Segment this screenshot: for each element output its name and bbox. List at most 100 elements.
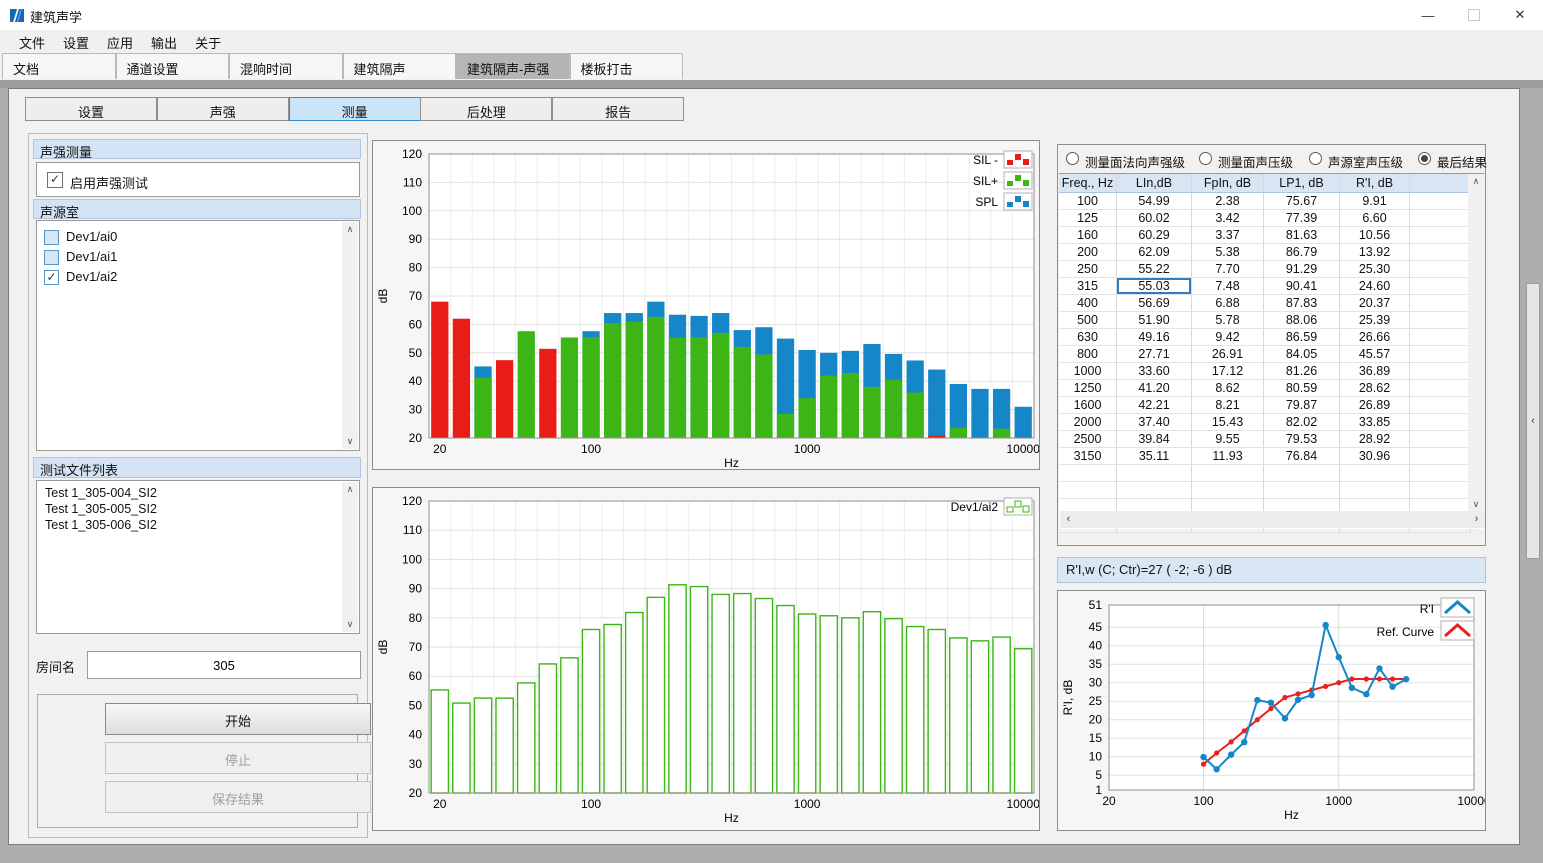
table-cell[interactable] xyxy=(1410,210,1471,227)
radio-label[interactable]: 最后结果 xyxy=(1437,152,1487,171)
table-cell[interactable]: 41.20 xyxy=(1117,380,1192,397)
close-button[interactable]: ✕ xyxy=(1497,0,1543,30)
table-cell[interactable] xyxy=(1410,414,1471,431)
file-list-item[interactable]: Test 1_305-004_SI2 xyxy=(37,485,359,501)
table-cell[interactable]: 28.92 xyxy=(1340,431,1410,448)
subtab-item[interactable]: 声强 xyxy=(157,97,289,121)
table-cell[interactable]: 26.91 xyxy=(1192,346,1264,363)
device-checkbox[interactable] xyxy=(44,250,59,265)
enable-intensity-checkbox[interactable]: ✓ xyxy=(47,172,63,188)
table-cell[interactable] xyxy=(1410,278,1471,295)
table-cell[interactable] xyxy=(1410,312,1471,329)
scroll-left-icon[interactable]: ‹ xyxy=(1060,511,1077,528)
stop-button[interactable]: 停止 xyxy=(105,742,371,774)
table-cell[interactable]: 9.91 xyxy=(1340,193,1410,210)
table-cell[interactable]: 630 xyxy=(1059,329,1117,346)
table-cell[interactable]: 800 xyxy=(1059,346,1117,363)
subtab-item[interactable]: 设置 xyxy=(25,97,157,121)
radio-label[interactable]: 测量面法向声强级 xyxy=(1085,152,1185,171)
table-cell[interactable] xyxy=(1410,193,1471,210)
table-cell[interactable]: 81.26 xyxy=(1264,363,1340,380)
radio-label[interactable]: 声源室声压级 xyxy=(1328,152,1403,171)
table-cell[interactable] xyxy=(1410,227,1471,244)
table-cell[interactable]: 75.67 xyxy=(1264,193,1340,210)
table-cell[interactable] xyxy=(1410,448,1471,465)
table-cell[interactable]: 15.43 xyxy=(1192,414,1264,431)
subtab-item[interactable]: 报告 xyxy=(552,97,684,121)
table-hscrollbar[interactable]: ‹ › xyxy=(1060,511,1485,528)
table-cell[interactable]: 49.16 xyxy=(1117,329,1192,346)
table-cell[interactable]: 86.79 xyxy=(1264,244,1340,261)
table-cell[interactable]: 27.71 xyxy=(1117,346,1192,363)
table-cell[interactable]: 80.59 xyxy=(1264,380,1340,397)
table-cell[interactable]: 55.03 xyxy=(1117,278,1192,295)
table-cell[interactable]: 125 xyxy=(1059,210,1117,227)
table-cell[interactable]: 315 xyxy=(1059,278,1117,295)
scroll-up-icon[interactable]: ∧ xyxy=(342,482,358,497)
subtab-item[interactable]: 测量 xyxy=(289,97,421,121)
table-cell[interactable]: 54.99 xyxy=(1117,193,1192,210)
table-cell[interactable]: 100 xyxy=(1059,193,1117,210)
table-cell[interactable]: 51.90 xyxy=(1117,312,1192,329)
table-cell[interactable]: 25.30 xyxy=(1340,261,1410,278)
table-cell[interactable] xyxy=(1410,329,1471,346)
table-cell[interactable]: 25.39 xyxy=(1340,312,1410,329)
menu-item[interactable]: 设置 xyxy=(54,30,98,52)
device-row[interactable]: ✓Dev1/ai2 xyxy=(37,267,359,287)
table-cell[interactable]: 56.69 xyxy=(1117,295,1192,312)
scroll-up-icon[interactable]: ∧ xyxy=(1468,174,1484,189)
table-cell[interactable]: 82.02 xyxy=(1264,414,1340,431)
device-list-scrollbar[interactable]: ∧ ∨ xyxy=(342,222,358,449)
table-cell[interactable]: 9.42 xyxy=(1192,329,1264,346)
table-cell[interactable]: 400 xyxy=(1059,295,1117,312)
table-cell[interactable]: 24.60 xyxy=(1340,278,1410,295)
table-cell[interactable]: 250 xyxy=(1059,261,1117,278)
tab-item[interactable]: 混响时间 xyxy=(229,53,343,79)
menu-item[interactable]: 输出 xyxy=(142,30,186,52)
table-cell[interactable]: 13.92 xyxy=(1340,244,1410,261)
file-list-item[interactable]: Test 1_305-006_SI2 xyxy=(37,517,359,533)
tab-selected[interactable]: 建筑隔声-声强 xyxy=(456,53,570,79)
table-cell[interactable]: 30.96 xyxy=(1340,448,1410,465)
table-cell[interactable] xyxy=(1410,346,1471,363)
table-cell[interactable]: 2000 xyxy=(1059,414,1117,431)
tab-item[interactable]: 文档 xyxy=(2,53,116,79)
radio-option[interactable] xyxy=(1066,152,1079,165)
device-row[interactable]: Dev1/ai1 xyxy=(37,247,359,267)
table-cell[interactable]: 28.62 xyxy=(1340,380,1410,397)
table-cell[interactable]: 76.84 xyxy=(1264,448,1340,465)
table-cell[interactable]: 9.55 xyxy=(1192,431,1264,448)
table-cell[interactable] xyxy=(1410,261,1471,278)
table-cell[interactable]: 90.41 xyxy=(1264,278,1340,295)
table-cell[interactable]: 3150 xyxy=(1059,448,1117,465)
table-cell[interactable]: 1000 xyxy=(1059,363,1117,380)
table-cell[interactable]: 45.57 xyxy=(1340,346,1410,363)
radio-label[interactable]: 测量面声压级 xyxy=(1218,152,1293,171)
table-cell[interactable]: 8.21 xyxy=(1192,397,1264,414)
table-cell[interactable]: 77.39 xyxy=(1264,210,1340,227)
table-cell[interactable]: 200 xyxy=(1059,244,1117,261)
table-cell[interactable]: 3.42 xyxy=(1192,210,1264,227)
table-cell[interactable]: 3.37 xyxy=(1192,227,1264,244)
table-cell[interactable]: 36.89 xyxy=(1340,363,1410,380)
table-cell[interactable] xyxy=(1410,397,1471,414)
table-cell[interactable]: 7.70 xyxy=(1192,261,1264,278)
table-cell[interactable]: 5.78 xyxy=(1192,312,1264,329)
maximize-button[interactable] xyxy=(1451,0,1497,30)
table-cell[interactable]: 6.60 xyxy=(1340,210,1410,227)
scroll-down-icon[interactable]: ∨ xyxy=(342,434,358,449)
table-cell[interactable]: 60.29 xyxy=(1117,227,1192,244)
start-button[interactable]: 开始 xyxy=(105,703,371,735)
table-cell[interactable]: 500 xyxy=(1059,312,1117,329)
tab-item[interactable]: 建筑隔声 xyxy=(343,53,457,79)
device-row[interactable]: Dev1/ai0 xyxy=(37,227,359,247)
device-checkbox[interactable]: ✓ xyxy=(44,270,59,285)
minimize-button[interactable]: — xyxy=(1405,0,1451,30)
scroll-up-icon[interactable]: ∧ xyxy=(342,222,358,237)
table-cell[interactable]: 42.21 xyxy=(1117,397,1192,414)
table-cell[interactable]: 39.84 xyxy=(1117,431,1192,448)
table-cell[interactable]: 37.40 xyxy=(1117,414,1192,431)
table-cell[interactable]: 33.85 xyxy=(1340,414,1410,431)
menu-item[interactable]: 应用 xyxy=(98,30,142,52)
table-cell[interactable] xyxy=(1410,431,1471,448)
